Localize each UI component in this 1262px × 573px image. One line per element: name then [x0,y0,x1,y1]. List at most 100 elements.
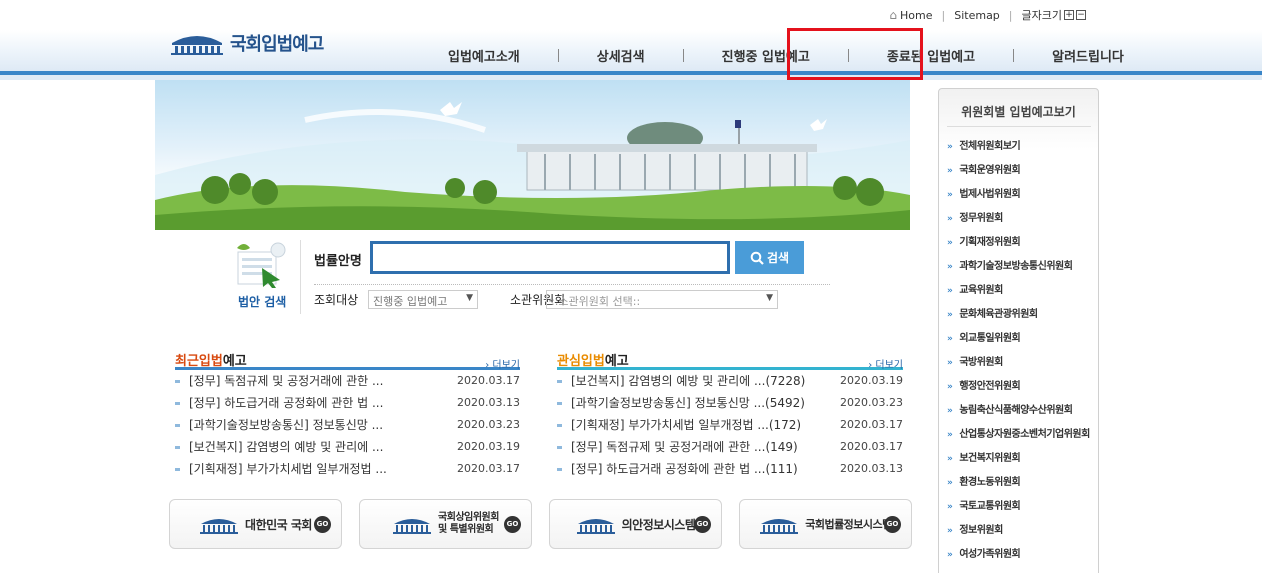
double-chevron-icon: » [947,430,953,440]
sidebar-item[interactable]: » 국방위원회 [947,353,1090,377]
list-item[interactable]: [과학기술정보방송통신] 정보통신망 ... 2020.03.23 [175,415,520,436]
target-select-value: 진행중 입법예고 [373,295,448,308]
sitemap-link[interactable]: Sitemap [954,9,1000,22]
sidebar-item[interactable]: » 정무위원회 [947,209,1090,233]
bill-info-link[interactable]: 의안정보시스템 GO [549,499,722,549]
double-chevron-icon: » [947,286,953,296]
go-icon: GO [694,516,711,533]
bullet-icon [557,402,562,405]
bullet-icon [557,468,562,471]
assembly-building-icon [760,519,799,534]
list-item[interactable]: [정무] 하도급거래 공정화에 관한 법 ... 2020.03.13 [175,393,520,414]
search-button-label: 검색 [766,251,790,265]
double-chevron-icon: » [947,310,953,320]
sidebar-item[interactable]: » 보건복지위원회 [947,449,1090,473]
list-item[interactable]: [정무] 독점규제 및 공정거래에 관한 ...(149) 2020.03.17 [557,437,903,458]
double-chevron-icon: » [947,334,953,344]
bullet-icon [175,424,180,427]
nav-notice[interactable]: 알려드립니다 [1014,46,1162,65]
double-chevron-icon: » [947,358,953,368]
bullet-icon [175,380,180,383]
double-chevron-icon: » [947,502,953,512]
law-name-input[interactable] [370,241,730,274]
list-item[interactable]: [과학기술정보방송통신] 정보통신망 ...(5492) 2020.03.23 [557,393,903,414]
sidebar-item[interactable]: » 외교통일위원회 [947,329,1090,353]
sidebar-item[interactable]: » 국토교통위원회 [947,497,1090,521]
committee-link[interactable]: 국회상임위원회 및 특별위원회 GO [359,499,532,549]
committee-select-value: ::소관위원회 선택:: [551,295,641,308]
sidebar-item[interactable]: » 여성가족위원회 [947,545,1090,569]
recent-panel-title: 최근입법예고 [175,354,247,369]
go-icon: GO [884,516,901,533]
law-search-label: 법안 검색 [238,295,287,309]
sidebar-item[interactable]: » 정보위원회 [947,521,1090,545]
sidebar-item[interactable]: » 행정안전위원회 [947,377,1090,401]
search-button[interactable]: 검색 [735,241,804,274]
quick-link-label: 국회상임위원회 및 특별위원회 [438,512,499,535]
law-info-link[interactable]: 국회법률정보시스템 GO [739,499,912,549]
recent-more-link[interactable]: › 더보기 [485,356,520,371]
sidebar-item[interactable]: » 환경노동위원회 [947,473,1090,497]
list-item[interactable]: [기획재정] 부가가치세법 일부개정법 ...(172) 2020.03.17 [557,415,903,436]
sidebar-item[interactable]: » 과학기술정보방송통신위원회 [947,257,1090,281]
assembly-building-icon [393,519,432,534]
logo-text: 국회입법예고 [230,34,324,55]
main-nav: 입법예고소개 상세검색 진행중 입법예고 종료된 입법예고 알려드립니다 [410,46,1162,65]
popular-panel-header: 관심입법예고 › 더보기 [557,350,903,371]
national-assembly-link[interactable]: 대한민국 국회 GO [169,499,342,549]
sidebar-item[interactable]: » 문화체육관광위원회 [947,305,1090,329]
double-chevron-icon: » [947,478,953,488]
double-chevron-icon: » [947,262,953,272]
sidebar-item[interactable]: » 교육위원회 [947,281,1090,305]
nav-intro[interactable]: 입법예고소개 [410,46,558,65]
go-icon: GO [504,516,521,533]
dropdown-arrow-icon: ▼ [766,293,773,303]
search-dotted-divider [314,284,830,285]
sidebar-item[interactable]: » 국회운영위원회 [947,161,1090,185]
site-logo[interactable]: 국회입법예고 [170,30,324,56]
committee-sidebar: 위원회별 입법예고보기 » 전체위원회보기 » 국회운영위원회 » 법제사법위원회 »… [938,88,1099,573]
law-name-label: 법률안명 [314,254,362,269]
double-chevron-icon: » [947,454,953,464]
dove-icon [810,119,827,131]
font-decrease-button[interactable]: − [1076,10,1086,20]
list-item[interactable]: [정무] 독점규제 및 공정거래에 관한 ... 2020.03.17 [175,371,520,392]
list-item[interactable]: [정무] 하도급거래 공정화에 관한 법 ...(111) 2020.03.13 [557,459,903,480]
sidebar-item[interactable]: » 기획재정위원회 [947,233,1090,257]
committee-select[interactable]: ::소관위원회 선택:: ▼ [546,290,778,309]
list-item[interactable]: [보건복지] 감염병의 예방 및 관리에 ... 2020.03.19 [175,437,520,458]
search-divider [300,240,301,314]
sidebar-title: 위원회별 입법예고보기 [961,105,1076,119]
util-separator: | [941,8,946,22]
highlight-box [787,28,923,80]
quick-link-label: 대한민국 국회 [245,517,312,532]
sidebar-item[interactable]: » 농림축산식품해양수산위원회 [947,401,1090,425]
double-chevron-icon: » [947,526,953,536]
font-increase-button[interactable]: + [1064,10,1074,20]
sidebar-item[interactable]: » 산업통상자원중소벤처기업위원회 [947,425,1090,449]
sidebar-item[interactable]: » 전체위원회보기 [947,137,1090,161]
util-separator: | [1008,8,1013,22]
popular-more-link[interactable]: › 더보기 [868,356,903,371]
double-chevron-icon: » [947,166,953,176]
assembly-building-icon [171,36,223,55]
dropdown-arrow-icon: ▼ [466,293,473,303]
main-banner [155,80,910,230]
utility-links: ⌂ Home | Sitemap | 글자크기 + − [889,7,1086,23]
target-select[interactable]: 진행중 입법예고 ▼ [368,290,478,309]
list-item[interactable]: [기획재정] 부가가치세법 일부개정법 ... 2020.03.17 [175,459,520,480]
bullet-icon [557,424,562,427]
sidebar-item[interactable]: » 법제사법위원회 [947,185,1090,209]
bullet-icon [175,446,180,449]
sidebar-divider [947,126,1091,127]
sidebar-list: » 전체위원회보기 » 국회운영위원회 » 법제사법위원회 » 정무위원회 » 기획재정위… [947,137,1090,569]
list-item[interactable]: [보건복지] 감염병의 예방 및 관리에 ...(7228) 2020.03.19 [557,371,903,392]
recent-notices-panel: 최근입법예고 › 더보기 [정무] 독점규제 및 공정거래에 관한 ... 202… [175,350,520,480]
double-chevron-icon: » [947,214,953,224]
nav-detail-search[interactable]: 상세검색 [559,46,683,65]
home-link[interactable]: Home [900,9,932,22]
magnifier-icon [750,251,764,265]
target-label: 조회대상 [314,293,359,307]
home-icon: ⌂ [889,8,898,22]
quick-link-label: 의안정보시스템 [621,517,696,532]
